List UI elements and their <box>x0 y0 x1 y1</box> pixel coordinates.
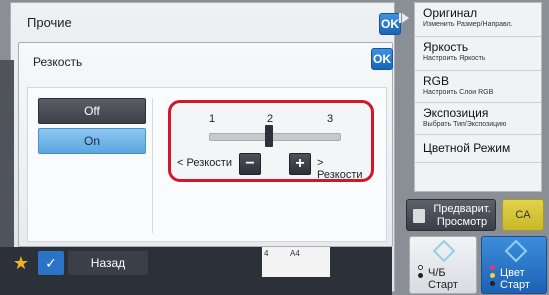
on-button[interactable]: On <box>38 128 146 154</box>
bw-start-line2: Старт <box>428 279 458 291</box>
less-sharpness-label: < Резкости <box>177 157 232 169</box>
sidebar-item-rgb[interactable]: RGB Настроить Слои RGB <box>415 71 541 103</box>
sidebar-item-label: Экспозиция <box>423 106 489 120</box>
back-button[interactable]: Назад <box>68 251 148 275</box>
preview-label: Предварит. Просмотр <box>433 203 491 228</box>
dialog-title: Резкость <box>33 55 83 69</box>
color-start-button[interactable]: Цвет Старт <box>481 236 547 294</box>
start-diamond-icon <box>432 239 456 263</box>
sharpness-dialog: Резкость OK Off On 1 2 3 < Резкости − + … <box>18 42 393 247</box>
collapse-arrow-icon[interactable] <box>399 12 409 24</box>
more-sharpness-label: > Резкости <box>317 157 363 181</box>
sidebar-item-sub: Изменить Размер/Направл. <box>423 21 513 28</box>
check-icon: ✓ <box>45 254 57 271</box>
bw-dots-icon <box>418 265 426 281</box>
bw-start-line1: Ч/Б <box>428 267 446 279</box>
ca-button[interactable]: CA <box>502 199 544 231</box>
sidebar-item-brightness[interactable]: Яркость Настроить Яркость <box>415 37 541 71</box>
sidebar: Оригинал Изменить Размер/Направл. Яркост… <box>414 2 542 192</box>
tick-label-3: 3 <box>327 113 334 125</box>
sidebar-item-color-mode[interactable]: Цветной Режим <box>415 135 541 163</box>
preview-button[interactable]: Предварит. Просмотр <box>406 199 496 231</box>
check-button[interactable]: ✓ <box>38 251 64 275</box>
sidebar-item-sub: Настроить Яркость <box>423 55 486 62</box>
paper-label-b: A4 <box>290 249 300 258</box>
divider <box>152 98 153 233</box>
left-strip <box>0 60 14 255</box>
star-icon[interactable]: ★ <box>10 252 32 274</box>
bw-start-label: Ч/Б Старт <box>428 267 458 291</box>
sidebar-item-exposure[interactable]: Экспозиция Выбрать Тип/Экспозицию <box>415 103 541 135</box>
sharpness-slider-thumb[interactable] <box>265 125 273 147</box>
bw-start-button[interactable]: Ч/Б Старт <box>409 236 477 294</box>
start-diamond-icon <box>504 239 528 263</box>
sidebar-item-sub: Выбрать Тип/Экспозицию <box>423 121 507 128</box>
dialog-ok-button[interactable]: OK <box>371 48 393 70</box>
sidebar-item-label: RGB <box>423 74 450 88</box>
tick-label-1: 1 <box>209 113 216 125</box>
sharpness-control: 1 2 3 < Резкости − + > Резкости <box>168 100 374 182</box>
tick-label-2: 2 <box>267 113 274 125</box>
minus-button[interactable]: − <box>239 153 261 175</box>
sidebar-item-label: Яркость <box>423 40 469 54</box>
sharpness-slider-track[interactable] <box>209 133 341 141</box>
off-button[interactable]: Off <box>38 98 146 124</box>
paper-area: 4 A4 <box>262 245 330 277</box>
color-start-line1: Цвет <box>500 267 525 279</box>
color-start-line2: Старт <box>500 279 530 291</box>
sidebar-item-label: Оригинал <box>423 6 478 20</box>
sidebar-item-original[interactable]: Оригинал Изменить Размер/Направл. <box>415 3 541 37</box>
sidebar-item-sub: Настроить Слои RGB <box>423 89 494 96</box>
plus-button[interactable]: + <box>289 153 311 175</box>
sidebar-item-label: Цветной Режим <box>423 141 511 155</box>
outer-ok-button[interactable]: OK <box>379 13 401 35</box>
document-icon <box>413 209 425 223</box>
outer-title: Прочие <box>27 15 72 30</box>
paper-label-a: 4 <box>264 249 269 258</box>
color-start-label: Цвет Старт <box>500 267 530 291</box>
color-dots-icon <box>490 265 498 289</box>
dialog-body: Off On 1 2 3 < Резкости − + > Резкости <box>27 87 387 242</box>
